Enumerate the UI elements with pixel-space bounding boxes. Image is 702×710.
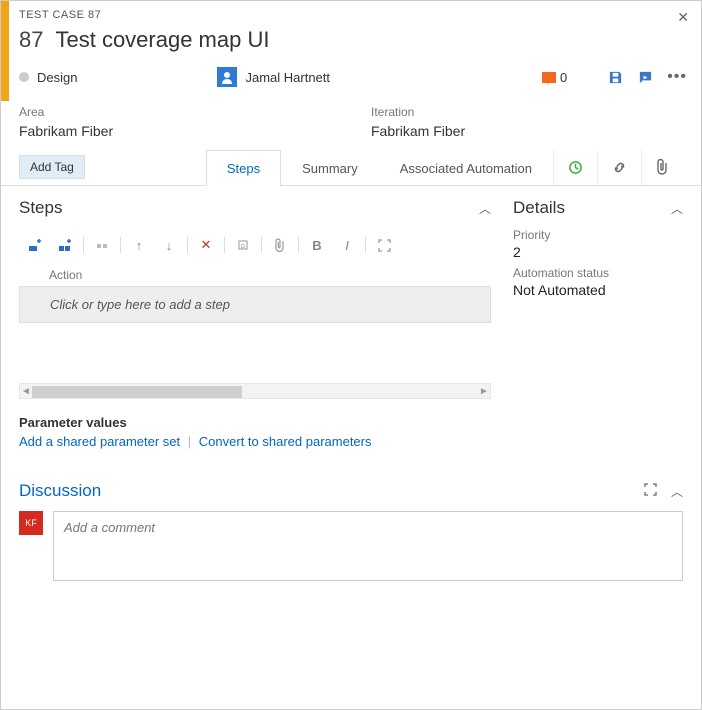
assignee-name: Jamal Hartnett bbox=[245, 70, 330, 85]
separator bbox=[83, 237, 84, 253]
comment-icon bbox=[542, 72, 556, 83]
scroll-right-icon[interactable]: ► bbox=[478, 386, 490, 397]
separator bbox=[224, 237, 225, 253]
comment-count: 0 bbox=[560, 70, 567, 85]
automation-status-label: Automation status bbox=[513, 266, 683, 280]
add-step-placeholder[interactable]: Click or type here to add a step bbox=[19, 286, 491, 323]
state-dot-icon bbox=[19, 72, 29, 82]
add-shared-parameter-link[interactable]: Add a shared parameter set bbox=[19, 434, 180, 449]
move-down-icon[interactable]: ↓ bbox=[157, 234, 181, 256]
iteration-label: Iteration bbox=[371, 105, 683, 119]
collapse-details-icon[interactable]: ︿ bbox=[671, 200, 683, 217]
attachments-icon[interactable] bbox=[641, 149, 683, 185]
add-attachment-icon[interactable] bbox=[268, 234, 292, 256]
insert-step-icon[interactable] bbox=[23, 234, 47, 256]
state-field[interactable]: Design bbox=[37, 70, 77, 85]
priority-label: Priority bbox=[513, 228, 683, 242]
work-item-id: 87 bbox=[19, 27, 43, 53]
add-tag-button[interactable]: Add Tag bbox=[19, 155, 85, 179]
iteration-field[interactable]: Fabrikam Fiber bbox=[371, 123, 683, 139]
scroll-thumb[interactable] bbox=[32, 386, 242, 398]
link-divider: | bbox=[188, 434, 191, 449]
fullscreen-icon[interactable] bbox=[372, 234, 396, 256]
details-section-title: Details bbox=[513, 198, 565, 218]
collapse-discussion-icon[interactable]: ︿ bbox=[671, 483, 683, 500]
insert-param-icon[interactable]: p bbox=[231, 234, 255, 256]
history-icon[interactable] bbox=[553, 150, 597, 185]
automation-status-field[interactable]: Not Automated bbox=[513, 282, 683, 298]
scroll-left-icon[interactable]: ◄ bbox=[20, 386, 32, 397]
collapse-steps-icon[interactable]: ︿ bbox=[479, 200, 491, 217]
move-up-icon[interactable]: ↑ bbox=[127, 234, 151, 256]
steps-section-title: Steps bbox=[19, 198, 62, 218]
discussion-title: Discussion bbox=[19, 481, 101, 501]
bold-icon[interactable]: B bbox=[305, 234, 329, 256]
separator bbox=[120, 237, 121, 253]
area-field[interactable]: Fabrikam Fiber bbox=[19, 123, 331, 139]
italic-icon[interactable]: I bbox=[335, 234, 359, 256]
delete-step-icon[interactable]: ✕ bbox=[194, 234, 218, 256]
refresh-icon[interactable] bbox=[637, 69, 653, 85]
close-icon[interactable]: ✕ bbox=[677, 9, 689, 26]
action-column-header: Action bbox=[19, 262, 491, 286]
parameter-values-title: Parameter values bbox=[19, 415, 491, 430]
avatar-icon bbox=[217, 67, 237, 87]
assignee-field[interactable]: Jamal Hartnett bbox=[217, 67, 330, 87]
separator bbox=[261, 237, 262, 253]
page-title[interactable]: Test coverage map UI bbox=[55, 27, 269, 53]
comment-input[interactable] bbox=[53, 511, 683, 581]
create-shared-steps-icon[interactable] bbox=[90, 234, 114, 256]
priority-field[interactable]: 2 bbox=[513, 244, 683, 260]
insert-shared-step-icon[interactable] bbox=[53, 234, 77, 256]
more-actions-icon[interactable]: ••• bbox=[667, 68, 687, 86]
discussion-fullscreen-icon[interactable] bbox=[644, 483, 657, 500]
steps-toolbar: ↑ ↓ ✕ p B I bbox=[19, 228, 491, 262]
area-label: Area bbox=[19, 105, 331, 119]
svg-text:p: p bbox=[241, 243, 245, 250]
current-user-avatar: KF bbox=[19, 511, 43, 535]
separator bbox=[187, 237, 188, 253]
tab-associated-automation[interactable]: Associated Automation bbox=[379, 150, 553, 186]
horizontal-scrollbar[interactable]: ◄ ► bbox=[19, 383, 491, 399]
save-icon[interactable] bbox=[607, 69, 623, 85]
separator bbox=[298, 237, 299, 253]
comment-indicator[interactable]: 0 bbox=[542, 70, 567, 85]
tab-steps[interactable]: Steps bbox=[206, 150, 281, 186]
separator bbox=[365, 237, 366, 253]
breadcrumb: TEST CASE 87 bbox=[19, 9, 687, 21]
convert-shared-parameters-link[interactable]: Convert to shared parameters bbox=[199, 434, 372, 449]
links-icon[interactable] bbox=[597, 150, 641, 185]
tab-summary[interactable]: Summary bbox=[281, 150, 379, 186]
